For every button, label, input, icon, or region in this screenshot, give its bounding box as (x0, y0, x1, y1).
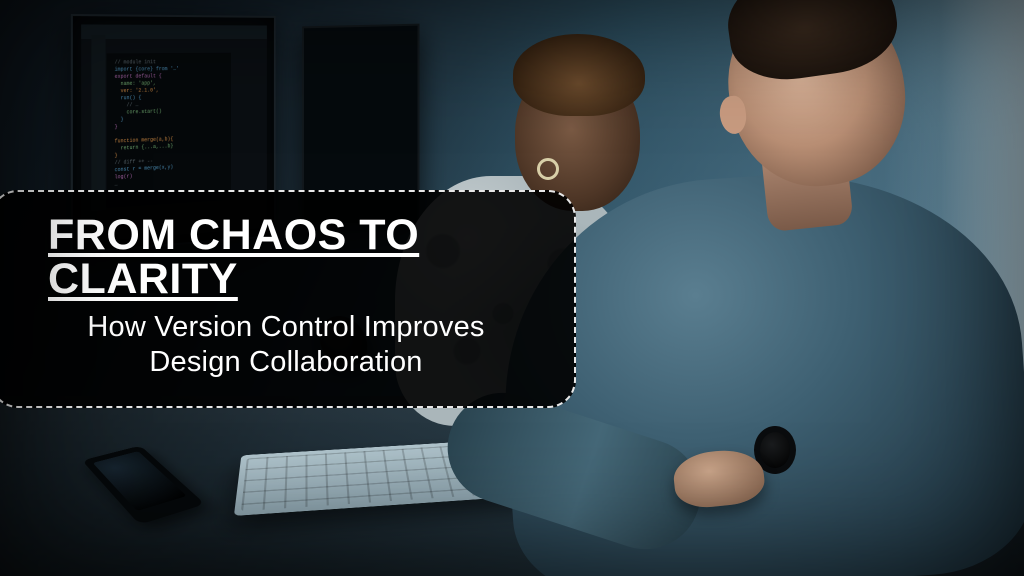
ide-sidebar (91, 35, 105, 211)
subheadline-line2: Design Collaboration (149, 346, 422, 378)
subheadline-text: How Version Control Improves Design Coll… (48, 310, 544, 381)
title-overlay: FROM CHAOS TO CLARITY How Version Contro… (0, 190, 576, 408)
ide-titlebar (81, 24, 267, 39)
hero-image: // module init import {core} from '…' ex… (0, 0, 1024, 576)
headline-text: FROM CHAOS TO CLARITY (48, 214, 544, 302)
subheadline-line1: How Version Control Improves (87, 311, 484, 343)
code-editor: // module init import {core} from '…' ex… (107, 53, 231, 208)
